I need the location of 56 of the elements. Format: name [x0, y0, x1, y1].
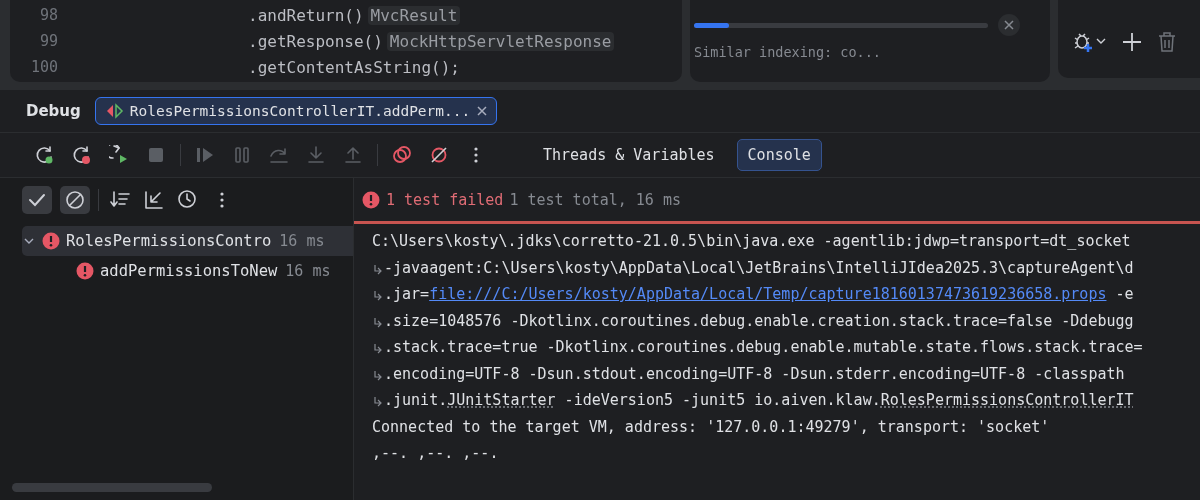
class-reference[interactable]: RolesPermissionsControllerIT: [880, 391, 1134, 410]
tree-item[interactable]: addPermissionsToNew 16 ms: [22, 256, 353, 286]
breakpoints-icon[interactable]: [392, 145, 412, 165]
close-button[interactable]: [998, 14, 1020, 36]
rerun-bug-icon[interactable]: [35, 145, 55, 165]
line-number: 98: [38, 6, 58, 24]
console-line: .size=1048576 -Dkotlinx.coroutines.debug.enable.creation.stack.trace=false -Ddebugg: [372, 307, 1200, 334]
console-text: -ideVersion5 -junit5 io.aiven.klaw.: [563, 391, 881, 410]
code-line: .andReturn(): [248, 5, 364, 25]
check-icon: [28, 191, 46, 209]
class-reference[interactable]: JUnitStarter: [447, 391, 556, 410]
type-hint: MockHttpServletResponse: [386, 31, 615, 51]
tree-item[interactable]: RolesPermissionsContro 16 ms: [22, 226, 353, 256]
notification-text: Similar indexing: co...: [694, 44, 882, 60]
session-tab[interactable]: RolesPermissionsControllerIT.addPerm...: [94, 97, 498, 125]
console-text: .junit.: [384, 391, 448, 410]
code-line: .getResponse(): [248, 31, 383, 51]
console-text: -e: [1114, 285, 1134, 304]
rerun-play-icon[interactable]: [109, 145, 129, 165]
type-hint: MvcResult: [367, 5, 461, 25]
view-tab[interactable]: Threads & Variables: [532, 139, 726, 171]
check-toggle[interactable]: [22, 186, 52, 214]
close-icon: [1003, 19, 1015, 31]
total-count: 1 test total, 16 ms: [509, 190, 681, 209]
console-line: Connected to the target VM, address: '127.0.0.1:49279', transport: 'socket': [372, 416, 1051, 438]
line-number: 99: [38, 32, 58, 50]
test-duration: 16 ms: [279, 232, 325, 250]
panel-title: Debug: [26, 102, 81, 120]
plus-icon: [1122, 32, 1142, 52]
rerun-failed-icon[interactable]: [72, 145, 92, 165]
collapse-icon[interactable]: [144, 190, 164, 210]
test-status-icon: [105, 103, 124, 119]
circle-slash-icon: [65, 190, 85, 210]
mute-breakpoints-icon[interactable]: [429, 145, 449, 165]
view-tab[interactable]: Console: [736, 139, 822, 171]
code-line: .getContentAsString();: [248, 57, 460, 77]
console-line: ,--. ,--. ,--.: [372, 443, 500, 465]
console-line: .encoding=UTF-8 -Dsun.stdout.encoding=UTF-8 -Dsun.stderr.encoding=UTF-8 -classpath: [372, 360, 1200, 387]
sort-icon[interactable]: [109, 190, 131, 210]
failed-count: 1 test failed: [386, 190, 504, 209]
line-number: 100: [29, 58, 58, 76]
file-link[interactable]: file:///C:/Users/kosty/AppData/Local/Temp/capture18160137473619236658.props: [429, 285, 1107, 304]
bug-dropdown-icon: [1072, 30, 1106, 52]
test-duration: 16 ms: [285, 262, 331, 280]
console-line: -javaagent:C:\Users\kosty\AppData\Local\JetBrains\IntelliJIdea2025.3\captureAgent\d: [372, 254, 1200, 281]
circle-slash-toggle[interactable]: [60, 186, 90, 214]
scrollbar[interactable]: [12, 483, 212, 492]
error-icon: [362, 190, 380, 209]
more-icon[interactable]: [473, 146, 479, 164]
console-text: .jar=: [384, 285, 430, 304]
console-line: .stack.trace=true -Dkotlinx.coroutines.debug.enable.mutable.state.flows.stack.trace=: [372, 334, 1200, 361]
clock-icon[interactable]: [177, 189, 199, 211]
trash-icon: [1158, 32, 1176, 52]
more-icon[interactable]: [219, 191, 225, 209]
console-line: C:\Users\kosty\.jdks\corretto-21.0.5\bin\java.exe -agentlib:jdwp=transport=dt_socket: [372, 231, 1132, 253]
close-icon: [476, 105, 489, 117]
